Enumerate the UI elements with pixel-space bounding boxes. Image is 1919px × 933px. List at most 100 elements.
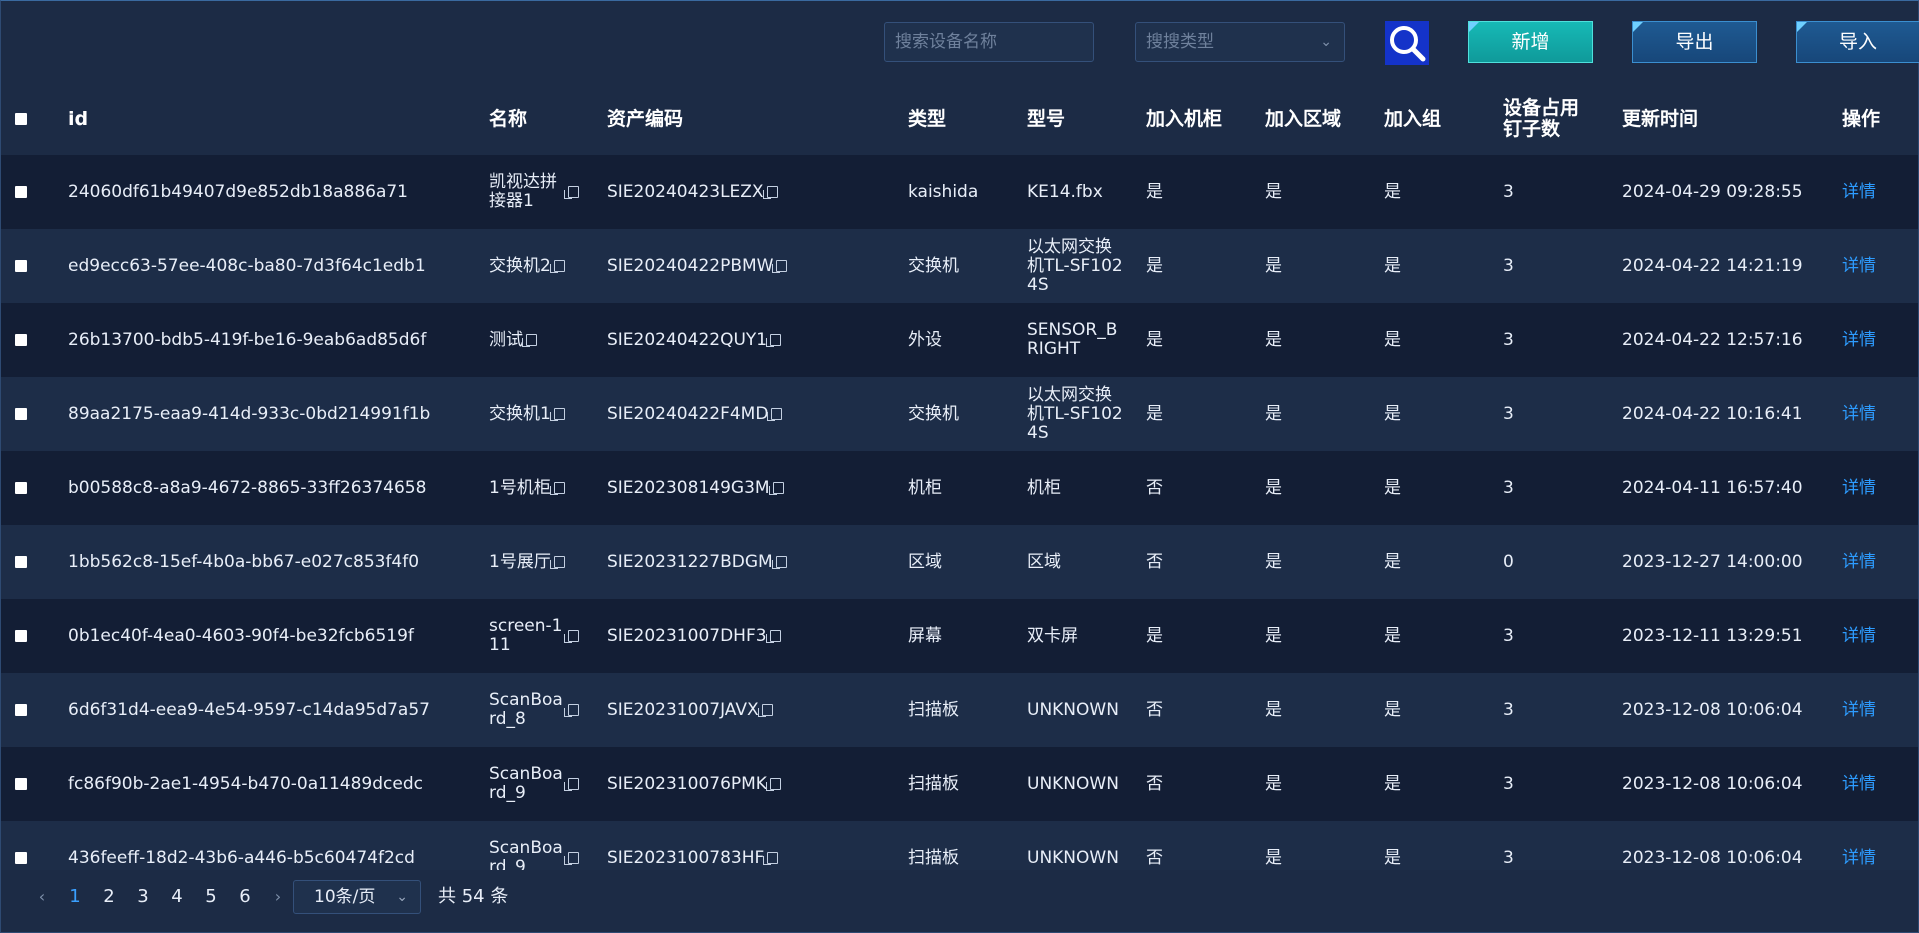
row-checkbox[interactable]: [15, 186, 27, 198]
detail-link[interactable]: 详情: [1842, 478, 1876, 498]
cell-action[interactable]: 详情: [1842, 747, 1902, 821]
cell-id: b00588c8-a8a9-4672-8865-33ff26374658: [68, 451, 478, 525]
row-checkbox[interactable]: [15, 556, 27, 568]
cell-asset-code: SIE20240422F4MD: [607, 377, 807, 451]
copy-icon[interactable]: [765, 630, 781, 643]
cell-text: 是: [1265, 551, 1282, 572]
chevron-left-icon[interactable]: ‹: [35, 879, 49, 915]
cell-text: b00588c8-a8a9-4672-8865-33ff26374658: [68, 477, 427, 498]
cell-in-area: 是: [1265, 377, 1365, 451]
cell-text: 0: [1503, 551, 1514, 572]
cell-type: 机柜: [908, 451, 1018, 525]
search-button[interactable]: [1385, 21, 1429, 65]
cell-action[interactable]: 详情: [1842, 451, 1902, 525]
copy-icon[interactable]: [549, 482, 565, 495]
cell-name: screen-111: [489, 599, 589, 673]
page-2[interactable]: 2: [101, 879, 117, 915]
detail-link[interactable]: 详情: [1842, 626, 1876, 646]
copy-icon[interactable]: [772, 260, 788, 273]
cell-action[interactable]: 详情: [1842, 525, 1902, 599]
detail-link[interactable]: 详情: [1842, 848, 1876, 868]
type-select[interactable]: 搜搜类型 ⌄: [1135, 22, 1345, 62]
chevron-right-icon[interactable]: ›: [271, 879, 285, 915]
table-row: 1bb562c8-15ef-4b0a-bb67-e027c853f4f0 1号展厅…: [1, 525, 1918, 599]
row-checkbox[interactable]: [15, 630, 27, 642]
copy-icon[interactable]: [564, 778, 579, 791]
copy-icon[interactable]: [763, 852, 779, 865]
cell-text: screen-111: [489, 616, 563, 655]
copy-icon[interactable]: [771, 556, 787, 569]
cell-action[interactable]: 详情: [1842, 303, 1902, 377]
cell-asset-code: SIE20231227BDGM: [607, 525, 807, 599]
page-6[interactable]: 6: [237, 879, 253, 915]
cell-text: 双卡屏: [1027, 625, 1078, 646]
cell-nails: 3: [1503, 303, 1603, 377]
cell-id: 436feeff-18d2-43b6-a446-b5c60474f2cd: [68, 821, 478, 870]
detail-link[interactable]: 详情: [1842, 256, 1876, 276]
copy-icon[interactable]: [768, 482, 784, 495]
row-checkbox[interactable]: [15, 778, 27, 790]
row-checkbox[interactable]: [15, 852, 27, 864]
copy-icon[interactable]: [757, 704, 773, 717]
header-id: id: [68, 107, 89, 130]
row-checkbox[interactable]: [15, 408, 27, 420]
select-all-checkbox[interactable]: [15, 113, 27, 125]
cell-text: 是: [1146, 255, 1163, 276]
cell-in-area: 是: [1265, 747, 1365, 821]
copy-icon[interactable]: [522, 334, 537, 347]
cell-action[interactable]: 详情: [1842, 377, 1902, 451]
copy-icon[interactable]: [564, 852, 579, 865]
cell-action[interactable]: 详情: [1842, 229, 1902, 303]
copy-icon[interactable]: [564, 186, 579, 199]
cell-model: 以太网交换机TL-SF1024S: [1027, 377, 1127, 451]
cell-updated: 2024-04-22 14:21:19: [1622, 229, 1832, 303]
row-checkbox[interactable]: [15, 482, 27, 494]
cell-action[interactable]: 详情: [1842, 155, 1902, 229]
row-checkbox[interactable]: [15, 334, 27, 346]
cell-text: ScanBoard_9: [489, 838, 563, 871]
export-button[interactable]: 导出: [1632, 21, 1757, 63]
cell-text: 是: [1265, 699, 1282, 720]
copy-icon[interactable]: [549, 260, 565, 273]
cell-text: 是: [1146, 329, 1163, 350]
page-3[interactable]: 3: [135, 879, 151, 915]
detail-link[interactable]: 详情: [1842, 330, 1876, 350]
cell-text: 是: [1265, 255, 1282, 276]
search-input[interactable]: [884, 22, 1094, 62]
cell-in-cabinet: 是: [1146, 229, 1246, 303]
cell-action[interactable]: 详情: [1842, 599, 1902, 673]
page-4[interactable]: 4: [169, 879, 185, 915]
cell-action[interactable]: 详情: [1842, 673, 1902, 747]
chevron-down-icon: ⌄: [396, 889, 408, 905]
cell-text: 3: [1503, 329, 1514, 350]
page-size-select[interactable]: 10条/页 ⌄: [293, 880, 421, 914]
copy-icon[interactable]: [564, 704, 579, 717]
cell-id: 1bb562c8-15ef-4b0a-bb67-e027c853f4f0: [68, 525, 478, 599]
copy-icon[interactable]: [766, 334, 782, 347]
cell-text: 3: [1503, 847, 1514, 868]
detail-link[interactable]: 详情: [1842, 182, 1876, 202]
copy-icon[interactable]: [767, 408, 783, 421]
copy-icon[interactable]: [564, 630, 579, 643]
copy-icon[interactable]: [765, 778, 781, 791]
copy-icon[interactable]: [762, 186, 778, 199]
copy-icon[interactable]: [549, 408, 565, 421]
copy-icon[interactable]: [549, 556, 565, 569]
detail-link[interactable]: 详情: [1842, 552, 1876, 572]
cell-text: SIE20231007JAVX: [607, 699, 759, 720]
row-checkbox[interactable]: [15, 704, 27, 716]
cell-text: 是: [1265, 625, 1282, 646]
detail-link[interactable]: 详情: [1842, 700, 1876, 720]
page-1[interactable]: 1: [67, 879, 83, 915]
cell-type: 区域: [908, 525, 1018, 599]
add-button[interactable]: 新增: [1468, 21, 1593, 63]
cell-text: 扫描板: [908, 847, 959, 868]
page-5[interactable]: 5: [203, 879, 219, 915]
cell-action[interactable]: 详情: [1842, 821, 1902, 870]
import-button[interactable]: 导入: [1796, 21, 1919, 63]
detail-link[interactable]: 详情: [1842, 404, 1876, 424]
cell-text: 2024-04-11 16:57:40: [1622, 477, 1803, 498]
cell-asset-code: SIE2023100783HF: [607, 821, 807, 870]
detail-link[interactable]: 详情: [1842, 774, 1876, 794]
row-checkbox[interactable]: [15, 260, 27, 272]
